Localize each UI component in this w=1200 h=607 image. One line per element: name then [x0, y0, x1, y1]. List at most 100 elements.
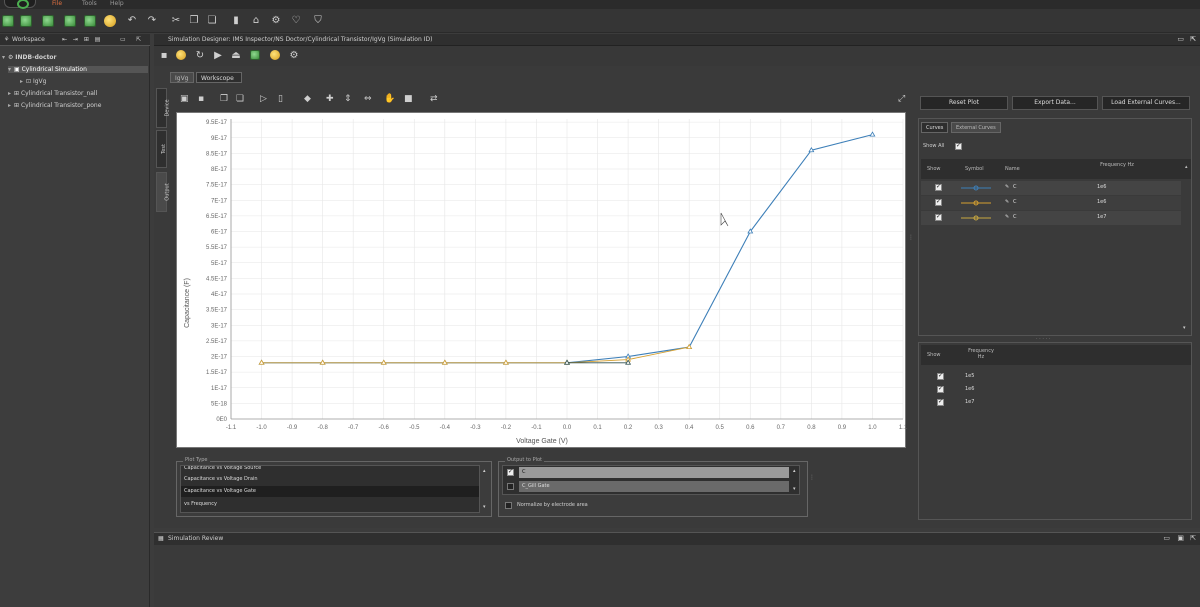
- menu-tools[interactable]: Tools: [82, 0, 97, 7]
- redo-icon[interactable]: ↷: [146, 15, 158, 27]
- splitter-handle[interactable]: ⋮: [908, 234, 914, 241]
- shield-icon[interactable]: ⛉: [312, 15, 324, 27]
- run-batch-icon[interactable]: [104, 15, 116, 27]
- reset-plot-button[interactable]: Reset Plot: [920, 96, 1008, 110]
- side-tab-test[interactable]: Test: [156, 130, 167, 168]
- edit-icon[interactable]: ✎: [1005, 214, 1009, 220]
- favorite-icon[interactable]: ♡: [290, 15, 302, 27]
- splitter-handle[interactable]: ⋮: [809, 474, 815, 481]
- open-project-icon[interactable]: [20, 15, 32, 27]
- edit-icon[interactable]: ✎: [1005, 184, 1009, 190]
- side-tab-device[interactable]: Device: [156, 88, 171, 128]
- paste-icon[interactable]: ❏: [236, 94, 244, 104]
- sync-icon[interactable]: ⇄: [430, 94, 438, 104]
- output-checkbox[interactable]: [507, 468, 514, 476]
- normalize-checkbox[interactable]: [505, 502, 512, 509]
- output-checkbox[interactable]: [507, 483, 514, 490]
- play-icon[interactable]: ▶: [212, 50, 224, 62]
- paste-icon[interactable]: ❏: [206, 15, 218, 27]
- scroll-up-icon[interactable]: ▴: [1185, 164, 1188, 170]
- camera-icon[interactable]: ■: [404, 94, 413, 104]
- undo-icon[interactable]: ↶: [126, 15, 138, 27]
- list-item[interactable]: Capacitance vs Voltage Source: [181, 466, 479, 474]
- zoom-fit-icon[interactable]: ✚: [326, 94, 334, 104]
- clear-icon[interactable]: ▯: [278, 94, 283, 104]
- list-item-selected[interactable]: C: [519, 467, 789, 478]
- pan-icon[interactable]: ✋: [384, 94, 395, 104]
- curve-row[interactable]: ✎ C 1e6: [921, 181, 1181, 195]
- edit-icon[interactable]: ✎: [1005, 199, 1009, 205]
- frequency-checkbox[interactable]: [937, 372, 944, 380]
- workspace-tool-icons[interactable]: ⇤ ⇥ ⊞ ▤: [62, 36, 102, 43]
- copy-icon[interactable]: ❐: [188, 15, 200, 27]
- open-icon[interactable]: ▷: [260, 94, 267, 104]
- maximize-icon[interactable]: ⇱: [1190, 534, 1196, 542]
- export-data-button[interactable]: Export Data...: [1012, 96, 1098, 110]
- curve-show-checkbox[interactable]: [935, 198, 942, 206]
- tree-item[interactable]: ▾ ▣ Cylindrical Simulation: [8, 66, 148, 73]
- frequency-checkbox[interactable]: [937, 398, 944, 406]
- minimize-icon[interactable]: ▭: [1177, 35, 1184, 43]
- minimize-icon[interactable]: ▭: [1163, 534, 1170, 542]
- column-header: Symbol: [965, 166, 984, 172]
- refresh-icon[interactable]: ↻: [194, 50, 206, 62]
- zoom-horizontal-icon[interactable]: ⇔: [364, 94, 372, 104]
- curve-row[interactable]: ✎ C 1e7: [921, 211, 1181, 225]
- zoom-vertical-icon[interactable]: ⇕: [344, 94, 352, 104]
- tree-item[interactable]: ▸ ⊡ IgVg: [20, 78, 148, 85]
- show-all-checkbox[interactable]: [955, 142, 962, 150]
- add-device-icon[interactable]: [42, 15, 54, 27]
- y-tick-label: 4.5E-17: [206, 276, 228, 282]
- tree-item[interactable]: ▾ ⚙ INDB-doctor: [2, 54, 148, 61]
- curve-show-checkbox[interactable]: [935, 213, 942, 221]
- image-icon[interactable]: ▣: [180, 94, 189, 104]
- plot-type-list[interactable]: Capacitance vs Voltage Source Capacitanc…: [180, 465, 480, 513]
- delete-icon[interactable]: ▮: [230, 15, 242, 27]
- run-icon[interactable]: [176, 50, 186, 60]
- tree-item[interactable]: ▸ ⊞ Cylindrical Transistor_pone: [8, 102, 148, 109]
- tab-external-curves[interactable]: External Curves: [951, 122, 1001, 133]
- scroll-down-icon[interactable]: ▾: [1183, 325, 1186, 331]
- material-icon[interactable]: ⌂: [250, 15, 262, 27]
- add-icon[interactable]: [250, 50, 260, 60]
- save-icon[interactable]: ▪: [158, 50, 170, 62]
- tab-igvg[interactable]: IgVg: [170, 72, 194, 83]
- list-item[interactable]: vs Frequency: [181, 499, 479, 510]
- batch-icon[interactable]: [270, 50, 280, 60]
- load-external-curves-button[interactable]: Load External Curves...: [1102, 96, 1190, 110]
- maximize-icon[interactable]: ⇱: [136, 36, 141, 43]
- export-icon[interactable]: ⏏: [230, 50, 242, 62]
- menu-help[interactable]: Help: [110, 0, 124, 7]
- save-icon[interactable]: ▪: [198, 94, 204, 104]
- list-item[interactable]: Capacitance vs Voltage Drain: [181, 474, 479, 485]
- minimize-icon[interactable]: ▭: [120, 36, 126, 43]
- cv-chart[interactable]: -1.1 -1.0 -0.9 -0.8 -0.7 -0.6 -0.5 -0.4 -0.3 -0.2…: [177, 113, 908, 449]
- scroll-down-icon[interactable]: ▾: [793, 486, 796, 492]
- add-simulation-icon[interactable]: [64, 15, 76, 27]
- cut-icon[interactable]: ✂: [170, 15, 182, 27]
- tab-curves[interactable]: Curves: [921, 122, 949, 133]
- frequency-checkbox[interactable]: [937, 385, 944, 393]
- side-tab-output[interactable]: Output: [156, 172, 171, 212]
- scroll-up-icon[interactable]: ▴: [483, 468, 486, 474]
- maximize-icon[interactable]: ⇱: [1190, 35, 1196, 43]
- scroll-up-icon[interactable]: ▴: [793, 468, 796, 474]
- list-item[interactable]: C_Gill Gate: [519, 481, 789, 492]
- settings-icon[interactable]: ⚙: [270, 15, 282, 27]
- plot-area[interactable]: -1.1 -1.0 -0.9 -0.8 -0.7 -0.6 -0.5 -0.4 -0.3 -0.2…: [176, 112, 908, 449]
- tag-icon[interactable]: ◆: [304, 94, 311, 104]
- curve-row[interactable]: ✎ C 1e6: [921, 196, 1181, 210]
- new-project-icon[interactable]: [2, 15, 14, 27]
- expand-plot-icon[interactable]: ⤢: [898, 94, 905, 104]
- menu-file[interactable]: File: [52, 0, 62, 7]
- settings-icon[interactable]: ⚙: [288, 50, 300, 62]
- scroll-down-icon[interactable]: ▾: [483, 504, 486, 510]
- curve-show-checkbox[interactable]: [935, 183, 942, 191]
- tab-workscope[interactable]: Workscope: [196, 72, 242, 83]
- list-item-selected[interactable]: Capacitance vs Voltage Gate: [181, 486, 479, 497]
- tree-item[interactable]: ▸ ⊞ Cylindrical Transistor_nall: [8, 90, 148, 97]
- add-test-icon[interactable]: [84, 15, 96, 27]
- restore-icon[interactable]: ▣: [1177, 534, 1184, 542]
- output-list[interactable]: C C_Gill Gate ▴ ▾: [502, 465, 800, 495]
- copy-icon[interactable]: ❐: [220, 94, 228, 104]
